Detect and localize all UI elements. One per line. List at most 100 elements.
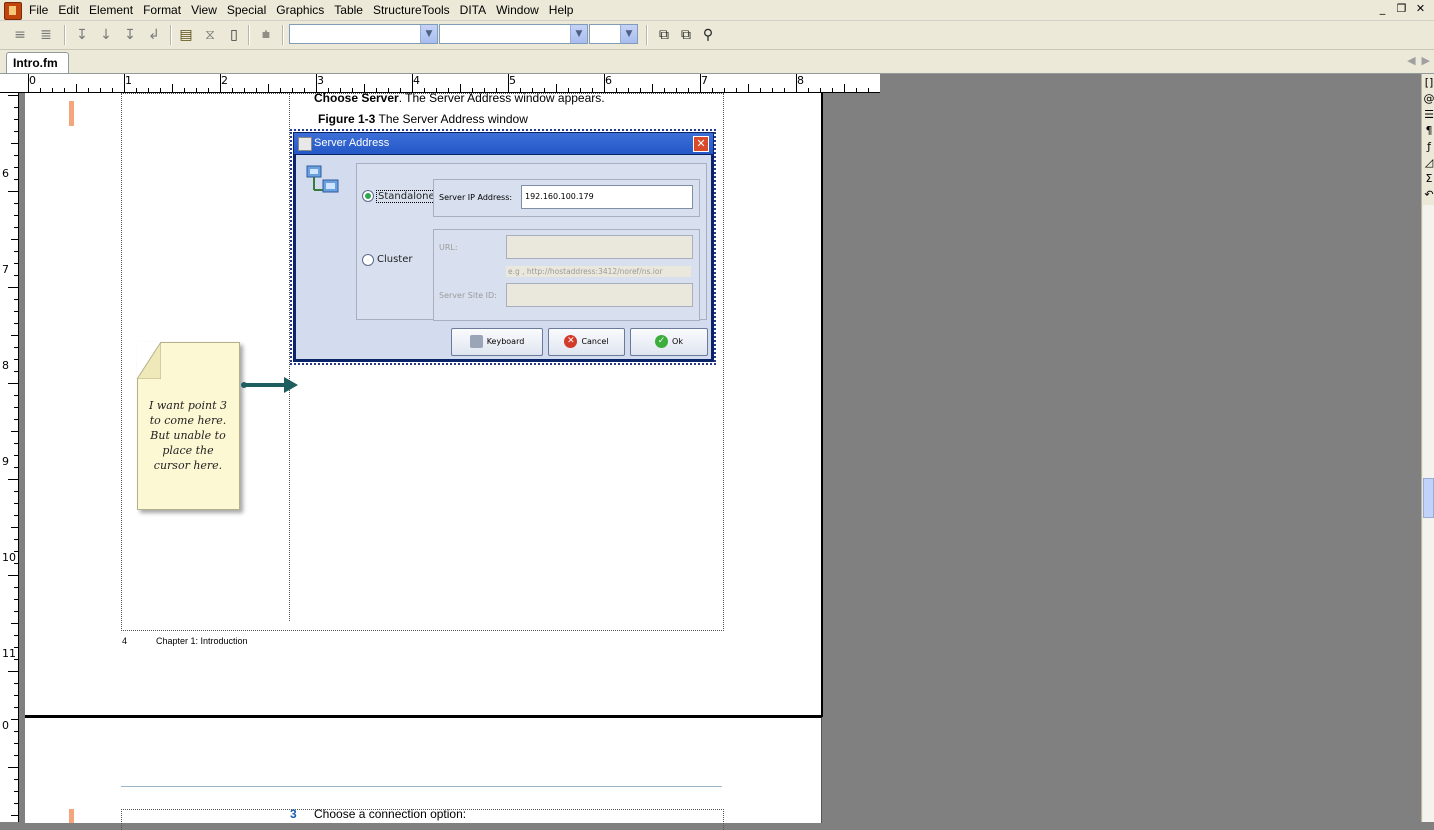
chevron-down-icon[interactable]: ▼: [420, 25, 437, 43]
header-rule: [121, 786, 722, 787]
close-icon[interactable]: ✕: [693, 136, 709, 152]
standalone-radio[interactable]: [362, 190, 374, 202]
menu-table[interactable]: Table: [329, 0, 368, 20]
ruler-tick: [8, 479, 18, 480]
validate-icon[interactable]: ⧖: [200, 25, 220, 45]
ruler-tick: [64, 88, 65, 92]
attribute-icon[interactable]: @: [1423, 92, 1434, 106]
ruler-tick: [8, 383, 18, 384]
ruler-label: 4: [413, 74, 420, 87]
ruler-tick: [304, 88, 305, 92]
ruler-tick: [616, 88, 617, 92]
ruler-tick: [628, 88, 629, 92]
ruler-tick: [292, 88, 293, 92]
find-icon[interactable]: ⚲: [698, 25, 718, 45]
paragraph-icon[interactable]: ¶: [1423, 124, 1434, 138]
graphics-icon[interactable]: ◿: [1423, 156, 1434, 170]
ruler-tick: [14, 731, 18, 732]
menu-element[interactable]: Element: [84, 0, 138, 20]
ruler-label: 6: [605, 74, 612, 87]
paste-icon[interactable]: ⧉: [676, 25, 696, 45]
cluster-radio[interactable]: [362, 254, 374, 266]
dialog-body: Standalone Server IP Address: 192.160.10…: [296, 155, 711, 359]
element-bracket-icon[interactable]: []: [1423, 76, 1434, 90]
menu-view[interactable]: View: [186, 0, 222, 20]
size-select[interactable]: ▼: [439, 24, 588, 44]
align-justify-icon[interactable]: ≣: [36, 25, 56, 45]
ruler-tick: [112, 88, 113, 92]
ok-button[interactable]: ✓ Ok: [630, 328, 708, 356]
ruler-label: 7: [2, 263, 9, 276]
ruler-tick: [676, 88, 677, 92]
style-select[interactable]: ▼: [589, 24, 638, 44]
paragraph-spacing-icon[interactable]: ⩧: [256, 25, 276, 45]
ruler-tick: [712, 88, 713, 92]
menu-graphics[interactable]: Graphics: [271, 0, 329, 20]
ruler-tick: [14, 323, 18, 324]
ruler-tick: [772, 88, 773, 92]
toolbar: ≡ ≣ ↧ ↓ ↧ ↲ ▤ ⧖ ▯ ⩧ ▼ ▼ ▼ ⧉ ⧉ ⚲: [0, 21, 1434, 50]
cancel-icon: ✕: [564, 335, 578, 348]
ruler-tick: [14, 167, 18, 168]
ruler-tick: [652, 84, 653, 92]
chevron-down-icon[interactable]: ▼: [570, 25, 587, 43]
server-ip-input[interactable]: 192.160.100.179: [521, 185, 693, 209]
ruler-tick: [784, 88, 785, 92]
structure-icon[interactable]: ☰: [1423, 108, 1434, 122]
wrap-element-icon[interactable]: ↲: [144, 25, 164, 45]
ruler-tick: [244, 88, 245, 92]
insert-sibling-icon[interactable]: ↧: [120, 25, 140, 45]
equation-icon[interactable]: Σ: [1423, 172, 1434, 186]
ruler-tick: [136, 88, 137, 92]
ruler-tick: [14, 503, 18, 504]
url-input[interactable]: [506, 235, 693, 259]
cluster-label[interactable]: Cluster: [377, 254, 413, 265]
keyboard-button[interactable]: Keyboard: [451, 328, 543, 356]
tab-strip: Intro.fm ◀ ▶: [0, 50, 1434, 74]
ruler-tick: [868, 88, 869, 92]
toolbar-separator: [282, 25, 284, 45]
ruler-tick: [11, 239, 18, 240]
ruler-label: 6: [2, 167, 9, 180]
tab-prev-icon[interactable]: ◀: [1407, 54, 1415, 67]
change-bar: [69, 809, 74, 823]
tab-intro-fm[interactable]: Intro.fm: [6, 52, 69, 73]
ruler-tick: [268, 84, 269, 92]
server-site-input[interactable]: [506, 283, 693, 307]
copy-icon[interactable]: ⧉: [654, 25, 674, 45]
ruler-tick: [8, 95, 18, 96]
document-icon[interactable]: ▤: [176, 25, 196, 45]
ruler-tick: [412, 74, 413, 92]
ruler-label: 9: [2, 455, 9, 468]
align-left-icon[interactable]: ≡: [10, 25, 30, 45]
cancel-button[interactable]: ✕ Cancel: [548, 328, 625, 356]
toolbar-separator: [646, 25, 648, 45]
undo-icon[interactable]: ↶: [1423, 188, 1434, 202]
ruler-tick: [14, 635, 18, 636]
insert-element-icon[interactable]: ↧: [72, 25, 92, 45]
page-icon[interactable]: ▯: [224, 25, 244, 45]
keyboard-icon: [469, 335, 483, 348]
menu-format[interactable]: Format: [138, 0, 186, 20]
standalone-label[interactable]: Standalone: [376, 190, 437, 203]
minimize-button[interactable]: _: [1375, 2, 1390, 16]
menu-structuretools[interactable]: StructureTools: [368, 0, 455, 20]
menu-window[interactable]: Window: [491, 0, 544, 20]
ruler-tick: [14, 119, 18, 120]
tab-next-icon[interactable]: ▶: [1422, 54, 1430, 67]
ruler-tick: [14, 695, 18, 696]
menu-file[interactable]: File: [24, 0, 53, 20]
scrollbar-thumb[interactable]: [1423, 478, 1434, 518]
menu-help[interactable]: Help: [544, 0, 579, 20]
restore-button[interactable]: ❐: [1394, 2, 1409, 16]
menu-edit[interactable]: Edit: [53, 0, 84, 20]
ruler-tick: [220, 74, 221, 92]
close-button[interactable]: ✕: [1413, 2, 1428, 16]
ruler-label: 0: [2, 719, 9, 732]
function-icon[interactable]: ƒ: [1423, 140, 1434, 154]
chevron-down-icon[interactable]: ▼: [620, 25, 637, 43]
menu-special[interactable]: Special: [222, 0, 271, 20]
font-select[interactable]: ▼: [289, 24, 438, 44]
insert-child-icon[interactable]: ↓: [96, 25, 116, 45]
menu-dita[interactable]: DITA: [455, 0, 491, 20]
